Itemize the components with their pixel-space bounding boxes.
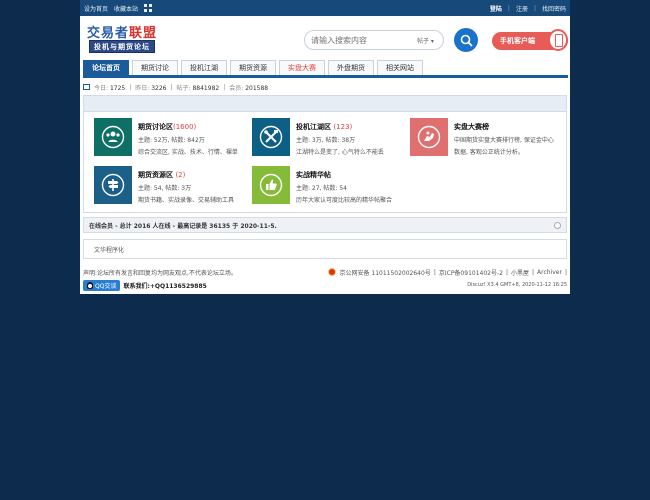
separator: | xyxy=(170,83,173,91)
qq-chat-label: QQ交谈 xyxy=(95,282,117,290)
forum-name[interactable]: 期货资源区 (2) xyxy=(138,170,248,180)
search-input[interactable] xyxy=(311,35,411,45)
search-icon xyxy=(460,34,473,47)
police-badge-icon xyxy=(328,268,337,276)
qq-penguin-icon xyxy=(87,281,93,289)
tab-futures-discussion[interactable]: 期货讨论 xyxy=(132,60,178,75)
separator: | xyxy=(532,268,535,276)
separator: | xyxy=(507,4,510,12)
tab-futures-resources[interactable]: 期货资源 xyxy=(230,60,276,75)
apps-grid-icon[interactable] xyxy=(144,4,153,12)
tools-icon xyxy=(252,118,290,156)
friend-links: 文华程序化 xyxy=(83,239,567,259)
online-members-text: 在线会员 - 总计 2016 人在线 - 最高记录是 36135 于 2020-… xyxy=(89,222,277,230)
login-link[interactable]: 登陆 xyxy=(490,4,502,13)
tab-foreign-futures[interactable]: 外盘期货 xyxy=(328,60,374,75)
search-button[interactable] xyxy=(454,28,478,52)
qq-chat-button[interactable]: QQ交谈 xyxy=(83,279,121,291)
contact-qq: 联系我们:+QQ1136529885 xyxy=(123,282,207,290)
forum-meta: 主题: 54, 帖数: 3万 xyxy=(138,185,192,192)
forum-desc: 数据, 客观公正统计分析。 xyxy=(454,149,524,156)
footer-disclaimer: 声明:论坛所有发言和回复均为网友观点,不代表论坛立场。 xyxy=(83,269,237,277)
logo-subtitle: 投机与期货论坛 xyxy=(89,40,155,53)
phone-icon xyxy=(548,29,568,51)
find-password-link[interactable]: 找回密码 xyxy=(542,4,566,13)
separator: | xyxy=(505,268,508,276)
separator: | xyxy=(433,268,436,276)
stats-chart-icon[interactable] xyxy=(83,84,90,90)
forum-item-futures-resources[interactable]: 期货资源区 (2) 主题: 54, 帖数: 3万 期货书籍、实战录像、交易辅助工… xyxy=(94,166,244,210)
footer-line-1: 声明:论坛所有发言和回复均为网友观点,不代表论坛立场。 京公网安备 110115… xyxy=(83,267,567,277)
separator: | xyxy=(533,4,536,12)
group-icon xyxy=(94,118,132,156)
stat-members: 会员: 201588 xyxy=(229,84,269,92)
forum-name[interactable]: 期货讨论区(1600) xyxy=(138,122,248,132)
stat-yesterday: 昨日: 3226 xyxy=(135,84,167,92)
forum-item-futures-discussion[interactable]: 期货讨论区(1600) 主题: 52万, 帖数: 842万 综合交流区, 实战、… xyxy=(94,118,244,162)
forum-desc: 综合交流区, 实战、技术、行情、裸单 xyxy=(138,149,238,156)
tab-live-contest[interactable]: 实盘大赛 xyxy=(279,60,325,75)
logo-title: 交易者联盟 xyxy=(87,26,158,41)
separator: | xyxy=(129,83,132,91)
top-bar: 设为首页 收藏本站 登陆 | 注册 | 找回密码 xyxy=(80,0,570,16)
police-record-link[interactable]: 京公网安备 11011502002640号 xyxy=(339,268,430,277)
forum-desc: 期货书籍、实战录像、交易辅助工具 xyxy=(138,197,235,204)
forum-desc: 历年大家认可度比较高的精华帖聚合 xyxy=(296,197,393,204)
forum-list-header xyxy=(84,96,566,112)
icp-link[interactable]: 京ICP备09101402号-2 xyxy=(439,268,503,277)
register-link[interactable]: 注册 xyxy=(516,4,528,13)
collapse-icon[interactable] xyxy=(554,222,561,229)
forum-item-featured-posts[interactable]: 实战精华帖 主题: 27, 帖数: 54 历年大家认可度比较高的精华帖聚合 xyxy=(252,166,402,210)
tab-forum-home[interactable]: 论坛首页 xyxy=(83,60,129,75)
main-nav: 论坛首页 期货讨论 投机江湖 期货资源 实盘大赛 外盘期货 相关网站 xyxy=(83,60,568,78)
bookmark-link[interactable]: 收藏本站 xyxy=(114,4,138,13)
forum-stats: 今日: 1725 | 昨日: 3226 | 帖子: 8841982 | 会员: … xyxy=(83,82,268,92)
small-dark-room-link[interactable]: 小黑屋 xyxy=(511,268,529,277)
forum-name[interactable]: 实战精华帖 xyxy=(296,170,406,180)
forum-meta: 中国期货实盘大赛排行榜, 保证金中心 xyxy=(454,137,554,144)
set-home-link[interactable]: 设为首页 xyxy=(84,4,108,13)
forum-list: 期货讨论区(1600) 主题: 52万, 帖数: 842万 综合交流区, 实战、… xyxy=(83,95,567,213)
page-container: 交易者联盟 投机与期货论坛 帖子 ▾ 手机客户端 论坛首页 期货讨论 投机江湖 … xyxy=(80,16,570,294)
footer-line-2: QQ交谈 联系我们:+QQ1136529885 Discuz! X3.4 GMT… xyxy=(83,279,567,291)
mobile-client-label: 手机客户端 xyxy=(500,37,535,45)
forum-item-live-contest[interactable]: 实盘大赛榜 中国期货实盘大赛排行榜, 保证金中心 数据, 客观公正统计分析。 xyxy=(410,118,560,162)
mobile-client-button[interactable]: 手机客户端 xyxy=(492,29,568,51)
search-box: 帖子 ▾ xyxy=(304,30,444,50)
tab-related-sites[interactable]: 相关网站 xyxy=(377,60,423,75)
site-logo[interactable]: 交易者联盟 投机与期货论坛 xyxy=(85,22,161,56)
site-header: 交易者联盟 投机与期货论坛 帖子 ▾ 手机客户端 xyxy=(80,16,570,60)
thumbs-up-icon xyxy=(252,166,290,204)
archiver-link[interactable]: Archiver xyxy=(537,269,562,276)
friend-link-item[interactable]: 文华程序化 xyxy=(94,245,124,254)
forum-desc: 江湖特么是变了, 心气特么不能丢 xyxy=(296,149,384,156)
online-members-bar[interactable]: 在线会员 - 总计 2016 人在线 - 最高记录是 36135 于 2020-… xyxy=(83,217,567,233)
forum-meta: 主题: 27, 帖数: 54 xyxy=(296,185,347,192)
forum-name[interactable]: 投机江湖区 (123) xyxy=(296,122,406,132)
forum-meta: 主题: 52万, 帖数: 842万 xyxy=(138,137,205,144)
forum-meta: 主题: 3万, 帖数: 38万 xyxy=(296,137,356,144)
signpost-icon xyxy=(94,166,132,204)
tab-speculation[interactable]: 投机江湖 xyxy=(181,60,227,75)
stat-posts: 帖子: 8841982 xyxy=(176,84,220,92)
stat-today: 今日: 1725 xyxy=(94,84,126,92)
search-type-select[interactable]: 帖子 ▾ xyxy=(417,36,434,45)
separator: | xyxy=(223,83,226,91)
forum-name[interactable]: 实盘大赛榜 xyxy=(454,122,564,132)
powered-by: Discuz! X3.4 GMT+8, 2020-11-12 16:25 xyxy=(467,282,567,288)
forum-item-speculation[interactable]: 投机江湖区 (123) 主题: 3万, 帖数: 38万 江湖特么是变了, 心气特… xyxy=(252,118,402,162)
separator: | xyxy=(564,268,567,276)
horse-icon xyxy=(410,118,448,156)
